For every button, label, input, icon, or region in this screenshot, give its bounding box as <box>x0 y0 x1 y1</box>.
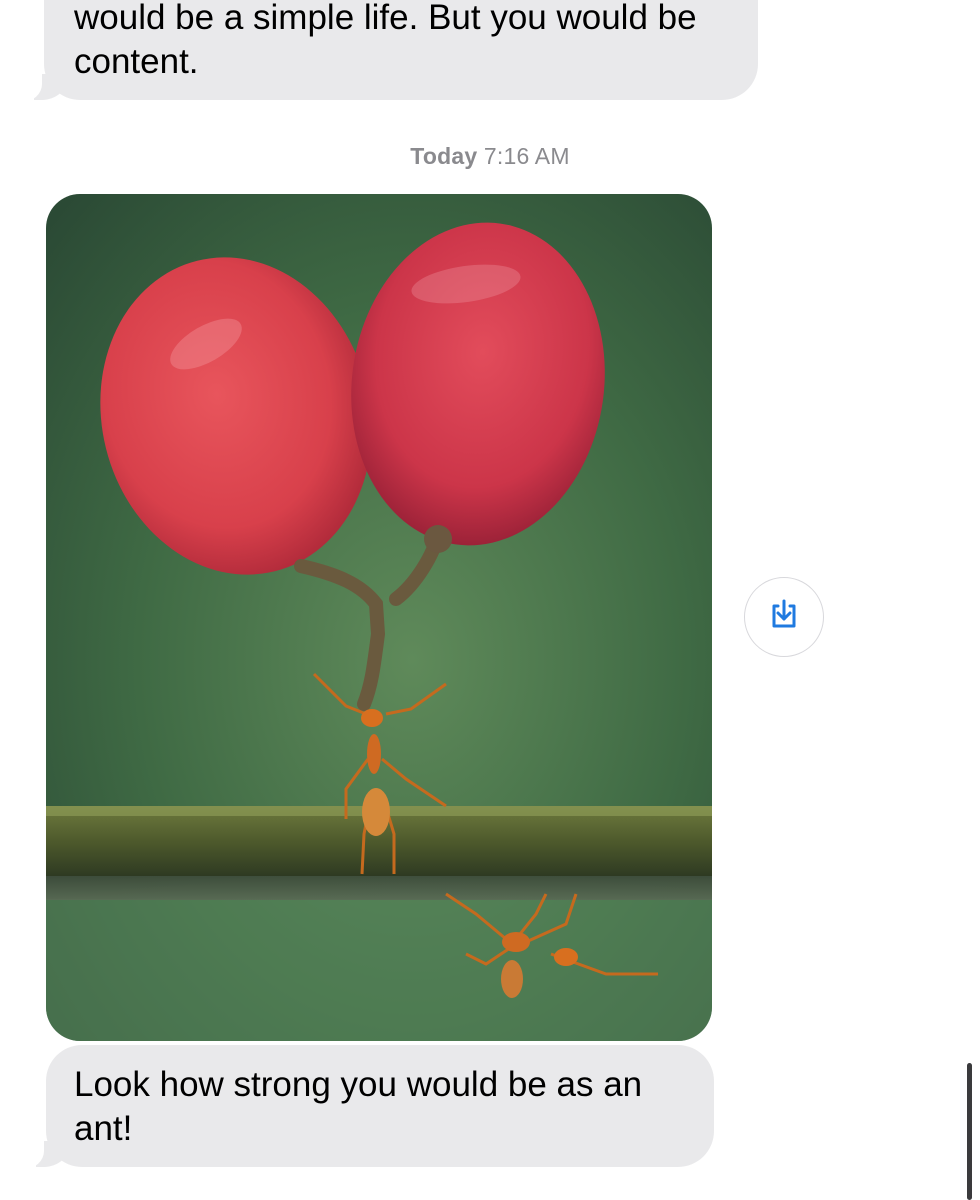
timestamp-day: Today <box>410 143 478 169</box>
message-text: would be a simple life. But you would be… <box>74 0 697 81</box>
save-image-button[interactable] <box>744 577 824 657</box>
timestamp-time: 7:16 AM <box>483 143 570 169</box>
scroll-indicator[interactable] <box>967 1063 972 1200</box>
message-timestamp: Today 7:16 AM <box>0 143 980 170</box>
message-bubble-incoming[interactable]: would be a simple life. But you would be… <box>12 0 758 102</box>
message-text: Look how strong you would be as an ant! <box>74 1065 643 1148</box>
square-arrow-down-icon <box>766 597 802 638</box>
image-attachment[interactable] <box>46 194 712 1041</box>
message-bubble-incoming[interactable]: Look how strong you would be as an ant! <box>14 1045 714 1169</box>
